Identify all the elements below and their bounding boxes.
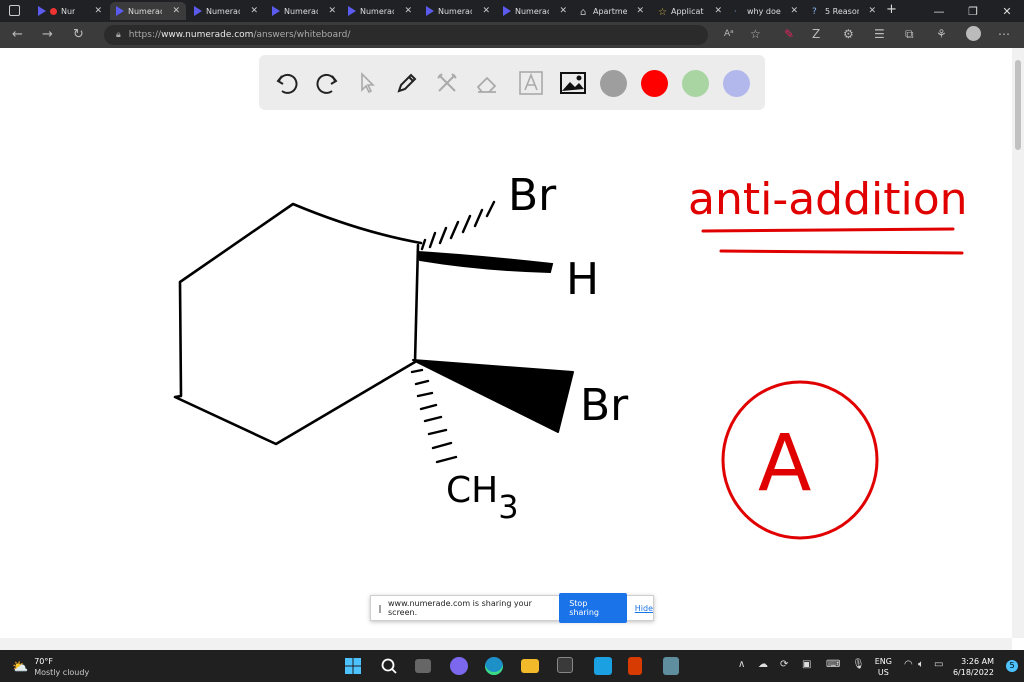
- share-message: www.numerade.com is sharing your screen.: [388, 599, 532, 617]
- color-purple-swatch[interactable]: [723, 70, 750, 97]
- vertical-scrollbar[interactable]: [1012, 48, 1024, 638]
- label-h: H: [566, 254, 599, 305]
- tray-overflow-icon[interactable]: ∧: [738, 659, 745, 670]
- tools-icon[interactable]: [433, 69, 461, 97]
- redo-icon[interactable]: [313, 69, 341, 97]
- wifi-icon[interactable]: ◠: [904, 659, 913, 670]
- color-green-swatch[interactable]: [682, 70, 709, 97]
- weather-widget[interactable]: ⛅ 70°F Mostly cloudy: [12, 656, 89, 678]
- cloudy-icon: ⛅: [12, 659, 29, 675]
- pen-icon[interactable]: [393, 69, 421, 97]
- color-gray-swatch[interactable]: [600, 70, 627, 97]
- notification-badge[interactable]: 5: [1006, 660, 1018, 672]
- store-icon[interactable]: [557, 657, 573, 673]
- battery-icon[interactable]: ▭: [934, 659, 943, 670]
- drag-grip-icon[interactable]: ‖: [378, 604, 382, 613]
- label-anti-addition: anti-addition: [688, 174, 968, 225]
- stop-sharing-button[interactable]: Stop sharing: [559, 593, 627, 623]
- hashed-bond-ch3: [410, 368, 458, 464]
- wedge-bond-br-bottom: [412, 359, 574, 433]
- undo-icon[interactable]: [273, 69, 301, 97]
- onedrive-icon[interactable]: ☁: [758, 659, 768, 670]
- screen-share-bar: ‖ www.numerade.com is sharing your scree…: [370, 593, 654, 623]
- label-br-bottom: Br: [580, 380, 629, 431]
- start-icon[interactable]: [344, 657, 362, 675]
- horizontal-scrollbar[interactable]: [0, 638, 1012, 650]
- tray-display-icon[interactable]: ▣: [802, 659, 811, 670]
- image-icon[interactable]: [559, 69, 587, 97]
- underline-2: [719, 249, 964, 255]
- tray-app-icon[interactable]: ⟳: [780, 659, 788, 670]
- mic-icon[interactable]: 🎙︎: [852, 659, 865, 670]
- edge-icon[interactable]: [485, 657, 503, 675]
- eraser-icon[interactable]: [473, 69, 501, 97]
- weather-condition: Mostly cloudy: [34, 668, 90, 677]
- cyclohexane-ring: [173, 202, 423, 446]
- taskbar: ⛅ 70°F Mostly cloudy ∧ ☁ ⟳ ▣ ⌨ 🎙︎ ENG US…: [0, 650, 1024, 682]
- label-br-top: Br: [508, 170, 557, 221]
- temperature: 70°F: [34, 657, 53, 666]
- label-ch3: CH3: [446, 470, 519, 526]
- mail-icon[interactable]: [594, 657, 612, 675]
- volume-icon[interactable]: 🔈︎: [918, 659, 924, 670]
- office-icon[interactable]: [628, 657, 642, 675]
- whiteboard-toolbar: [259, 55, 765, 110]
- text-icon[interactable]: [517, 69, 545, 97]
- file-explorer-icon[interactable]: [521, 659, 539, 673]
- language-indicator[interactable]: ENG US: [875, 656, 892, 678]
- underline-1: [701, 227, 955, 233]
- hashed-bond-br-top: [420, 200, 496, 251]
- color-red-swatch[interactable]: [641, 70, 668, 97]
- clock[interactable]: 3:26 AM 6/18/2022: [953, 656, 994, 678]
- app-icon[interactable]: [663, 657, 679, 675]
- hide-link[interactable]: Hide: [635, 604, 653, 613]
- task-view-icon[interactable]: [415, 659, 431, 673]
- keyboard-icon[interactable]: ⌨: [826, 659, 840, 670]
- chat-icon[interactable]: [450, 657, 468, 675]
- label-answer: A: [758, 419, 811, 509]
- pointer-icon[interactable]: [353, 69, 381, 97]
- search-icon[interactable]: [380, 657, 398, 675]
- wedge-bond-h: [416, 250, 554, 274]
